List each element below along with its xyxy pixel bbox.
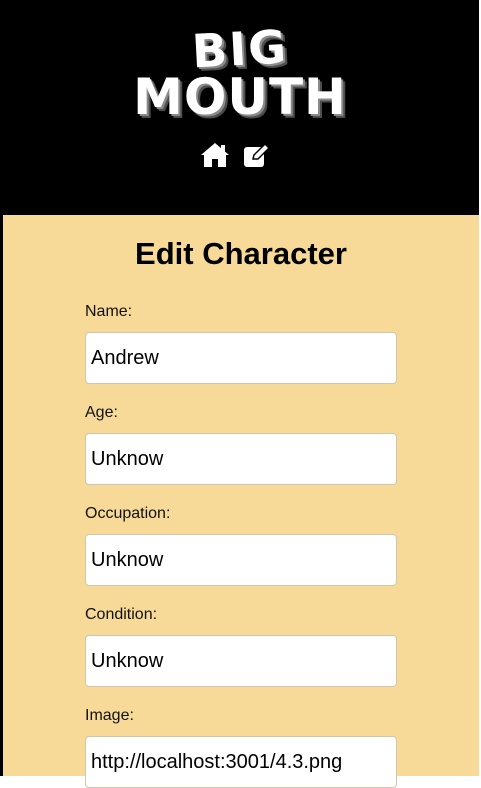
image-label: Image: [85, 707, 134, 724]
edit-button[interactable] [242, 141, 272, 169]
edit-character-panel: Edit Character Name: Age: Occupation: Co… [3, 215, 479, 788]
page-title: Edit Character [135, 236, 347, 271]
condition-label: Condition: [85, 606, 158, 623]
image-url-input[interactable] [85, 736, 397, 788]
logo-line-2: MOUTH [133, 68, 347, 126]
edit-icon [244, 142, 271, 167]
age-input[interactable] [85, 433, 397, 485]
site-header: BIG MOUTH [0, 0, 479, 215]
big-mouth-logo[interactable]: BIG MOUTH [104, 20, 376, 124]
home-icon [201, 143, 229, 167]
name-label: Name: [85, 303, 133, 320]
name-input[interactable] [85, 332, 397, 384]
header-nav [200, 141, 272, 169]
occupation-input[interactable] [85, 534, 397, 586]
occupation-label: Occupation: [85, 505, 171, 522]
condition-input[interactable] [85, 635, 397, 687]
home-button[interactable] [200, 141, 230, 169]
age-label: Age: [85, 404, 118, 421]
